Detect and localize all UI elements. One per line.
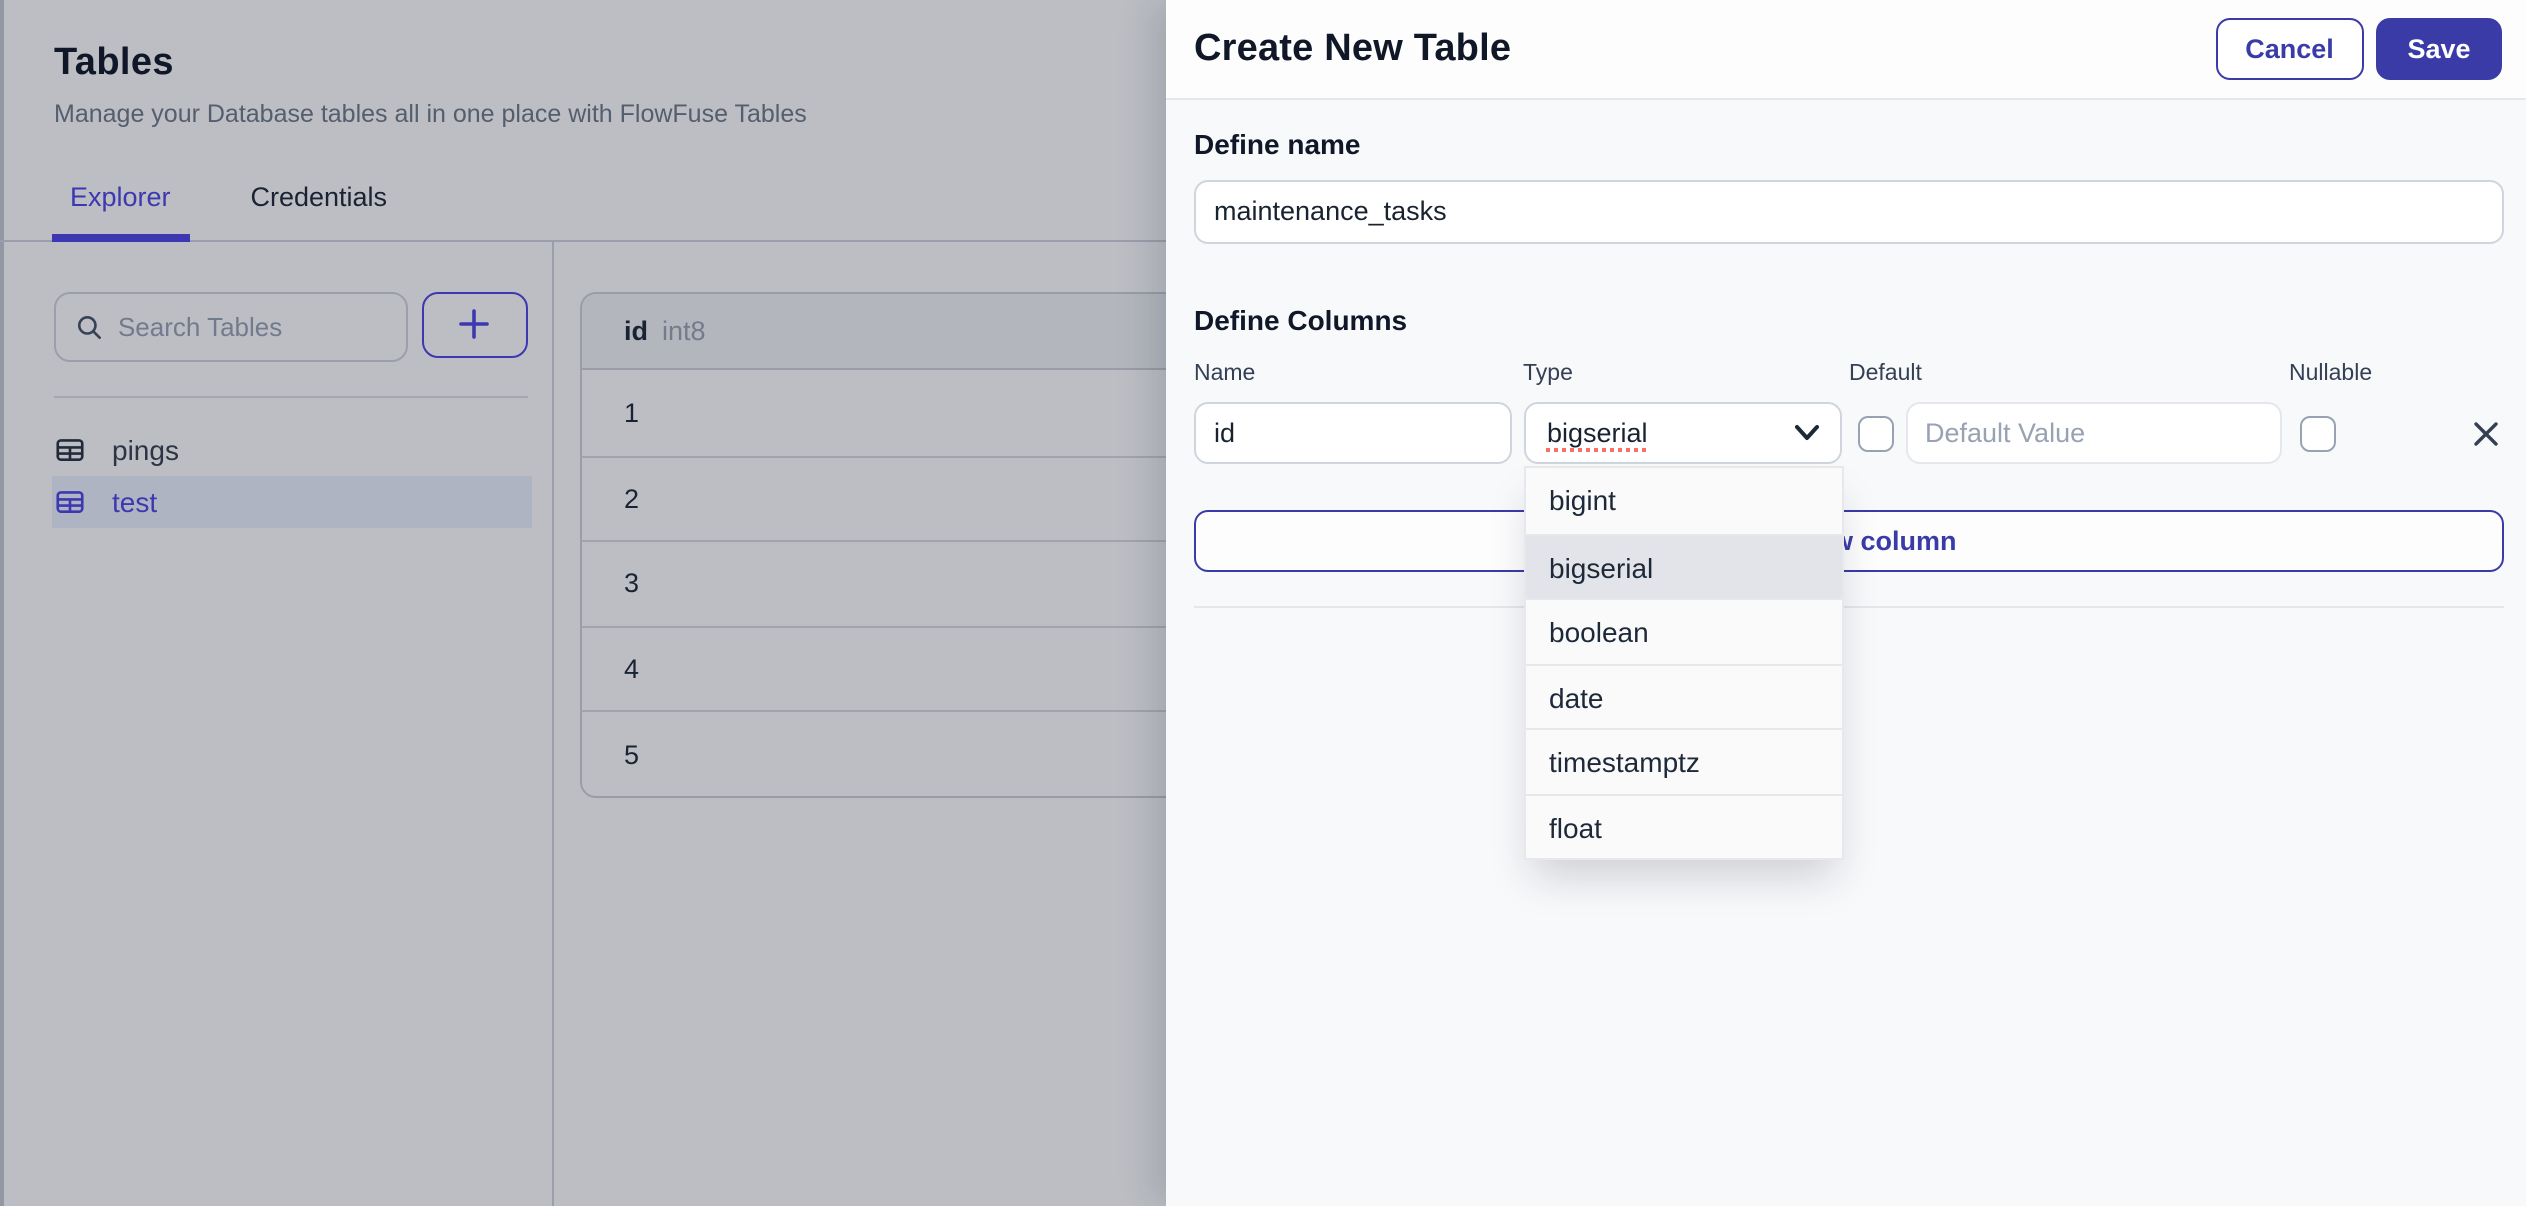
type-option-date[interactable]: date [1525,663,1842,728]
column-name-input[interactable] [1194,401,1512,464]
type-option-boolean[interactable]: boolean [1525,598,1842,663]
column-type-value: bigserial [1547,417,1648,448]
cancel-button[interactable]: Cancel [2215,17,2364,81]
default-value-input[interactable] [1905,401,2282,464]
column-type-select[interactable]: bigserial [1523,401,1842,464]
nullable-checkbox[interactable] [2300,415,2336,451]
remove-column-button[interactable] [2466,414,2506,454]
type-dropdown-menu: bigint bigserial boolean date timestampt… [1523,466,1844,860]
type-option-float[interactable]: float [1525,793,1842,858]
drawer-title: Create New Table [1194,27,1512,69]
app-root: Tables Manage your Database tables all i… [0,0,2526,1206]
create-table-drawer: Create New Table Cancel Save Define name… [1166,0,2526,1206]
drawer-divider [1194,605,2503,607]
define-columns-heading: Define Columns [1194,304,1408,336]
column-label-type: Type [1523,362,1573,386]
default-checkbox[interactable] [1858,415,1894,451]
type-option-timestamptz[interactable]: timestamptz [1525,728,1842,793]
type-option-bigserial[interactable]: bigserial [1525,533,1842,598]
column-label-nullable: Nullable [2289,362,2373,386]
chevron-down-icon [1795,424,1819,440]
add-column-button[interactable]: Add new column [1194,509,2503,572]
type-option-bigint[interactable]: bigint [1525,468,1842,533]
table-name-input[interactable] [1194,179,2503,243]
close-icon [2474,422,2498,446]
drawer-header: Create New Table Cancel Save [1166,0,2526,100]
define-name-heading: Define name [1194,128,1361,160]
column-label-default: Default [1849,362,1922,386]
column-label-name: Name [1194,362,1256,386]
save-button[interactable]: Save [2376,17,2502,81]
